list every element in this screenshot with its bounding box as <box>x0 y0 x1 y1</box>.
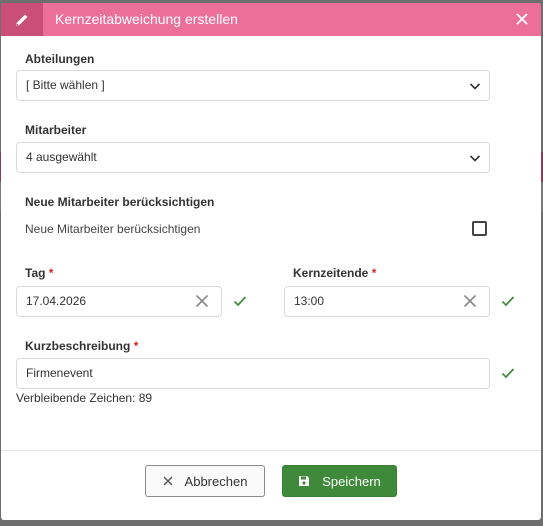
required-mark: * <box>48 266 54 280</box>
new-employees-checkbox-label: Neue Mitarbeiter berücksichtigen <box>25 222 201 236</box>
valid-check-icon <box>233 296 247 307</box>
save-button[interactable]: Speichern <box>282 465 397 497</box>
close-icon <box>163 476 173 486</box>
clear-icon[interactable] <box>463 294 477 308</box>
employees-label: Mitarbeiter <box>25 123 87 137</box>
dialog: Kernzeitabweichung erstellen Abteilungen… <box>1 3 541 520</box>
footer-divider <box>1 450 541 451</box>
floppy-disk-icon <box>299 476 310 486</box>
valid-check-icon <box>501 368 515 379</box>
chevron-down-icon <box>469 155 481 162</box>
day-value: 17.04.2026 <box>26 294 87 308</box>
cancel-button[interactable]: Abbrechen <box>145 465 265 497</box>
new-employees-checkbox[interactable] <box>472 221 487 236</box>
required-mark: * <box>133 339 139 353</box>
departments-select[interactable]: [ Bitte wählen ] <box>16 70 490 101</box>
header-icon-box <box>1 3 43 36</box>
core-end-value: 13:00 <box>294 294 325 308</box>
day-label: Tag * <box>25 266 54 280</box>
short-desc-input[interactable]: Firmenevent <box>16 358 490 389</box>
close-button[interactable] <box>513 10 531 28</box>
short-desc-value: Firmenevent <box>26 366 93 380</box>
new-employees-section-label: Neue Mitarbeiter berücksichtigen <box>25 195 215 209</box>
departments-label: Abteilungen <box>25 52 95 66</box>
valid-check-icon <box>501 296 515 307</box>
pencil-icon <box>16 14 28 26</box>
cancel-label: Abbrechen <box>184 473 248 489</box>
core-end-input[interactable]: 13:00 <box>284 286 490 317</box>
remaining-chars: Verbleibende Zeichen: 89 <box>16 391 153 405</box>
dialog-title: Kernzeitabweichung erstellen <box>55 11 238 27</box>
dialog-header: Kernzeitabweichung erstellen <box>1 3 541 36</box>
clear-icon[interactable] <box>195 294 209 308</box>
core-end-label: Kernzeitende * <box>293 266 377 280</box>
employees-select[interactable]: 4 ausgewählt <box>16 142 490 173</box>
close-icon <box>516 13 528 25</box>
short-desc-label: Kurzbeschreibung * <box>25 339 139 353</box>
day-input[interactable]: 17.04.2026 <box>16 286 222 317</box>
save-label: Speichern <box>322 473 381 489</box>
required-mark: * <box>371 266 377 280</box>
departments-value: [ Bitte wählen ] <box>26 78 105 92</box>
employees-value: 4 ausgewählt <box>26 150 97 164</box>
chevron-down-icon <box>469 83 481 90</box>
